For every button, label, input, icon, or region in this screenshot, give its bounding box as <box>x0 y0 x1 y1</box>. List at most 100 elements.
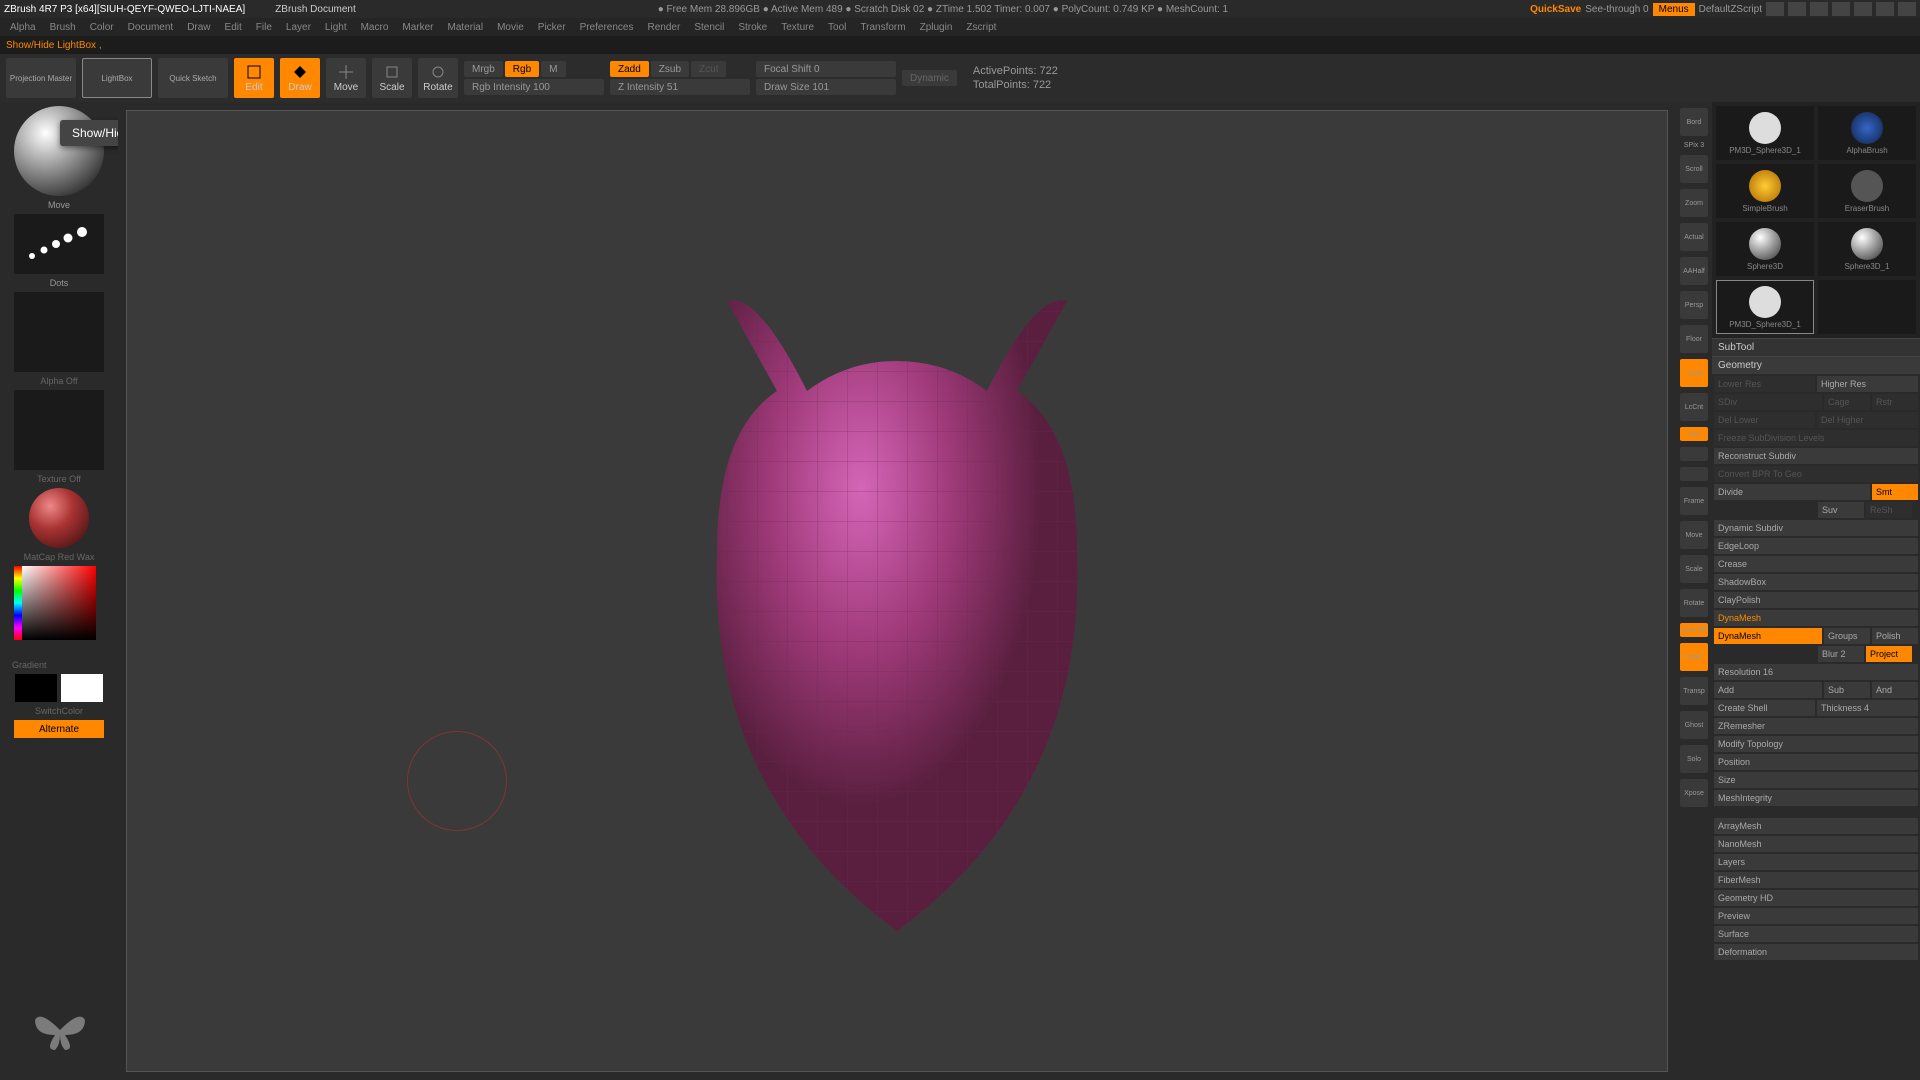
create-shell-button[interactable]: Create Shell <box>1714 700 1815 716</box>
lightbox-button[interactable]: LightBox <box>82 58 152 98</box>
move-mode-button[interactable]: Move <box>326 58 366 98</box>
frame-button[interactable]: Frame <box>1680 487 1708 515</box>
cage-button[interactable]: Cage <box>1824 394 1870 410</box>
material-selector[interactable] <box>29 488 89 548</box>
minimize-button[interactable] <box>1854 2 1872 16</box>
solo-button[interactable]: Solo <box>1680 745 1708 773</box>
xyz-button[interactable]: Xyz <box>1680 427 1708 441</box>
default-script[interactable]: DefaultZScript <box>1699 4 1762 15</box>
hue-strip[interactable] <box>14 566 22 640</box>
subtool-header[interactable]: SubTool <box>1712 338 1920 356</box>
lccnt-button[interactable]: LcCnt <box>1680 393 1708 421</box>
tool-slot-5[interactable]: Sphere3D_1 <box>1818 222 1916 276</box>
menus-toggle[interactable]: Menus <box>1653 3 1695 16</box>
color-field[interactable] <box>22 566 96 640</box>
nanomesh-header[interactable]: NanoMesh <box>1714 836 1918 852</box>
shadowbox-header[interactable]: ShadowBox <box>1714 574 1918 590</box>
menu-light[interactable]: Light <box>325 22 347 33</box>
and-button[interactable]: And <box>1872 682 1918 698</box>
menu-tool[interactable]: Tool <box>828 22 846 33</box>
meshintegrity-header[interactable]: MeshIntegrity <box>1714 790 1918 806</box>
dynamic-toggle[interactable]: Dynamic <box>902 70 957 86</box>
menu-movie[interactable]: Movie <box>497 22 524 33</box>
rgb-button[interactable]: Rgb <box>505 61 539 77</box>
dynamesh-button[interactable]: DynaMesh <box>1714 628 1822 644</box>
zoom-button[interactable]: Zoom <box>1680 189 1708 217</box>
close-button[interactable] <box>1898 2 1916 16</box>
z-intensity-slider[interactable]: Z Intensity 51 <box>610 79 750 95</box>
sub-button[interactable]: Sub <box>1824 682 1870 698</box>
tool-slot-4[interactable]: Sphere3D <box>1716 222 1814 276</box>
scale-nav-button[interactable]: Scale <box>1680 555 1708 583</box>
menu-color[interactable]: Color <box>90 22 114 33</box>
rotate-nav-button[interactable]: Rotate <box>1680 589 1708 617</box>
lower-res-button[interactable]: Lower Res <box>1714 376 1815 392</box>
polyf-button[interactable]: PolyF <box>1680 643 1708 671</box>
alpha-selector[interactable] <box>14 292 104 372</box>
layers-header[interactable]: Layers <box>1714 854 1918 870</box>
window-btn-1[interactable] <box>1766 2 1784 16</box>
tool-slot-2[interactable]: SimpleBrush <box>1716 164 1814 218</box>
polish-button[interactable]: Polish <box>1872 628 1918 644</box>
edgeloop-header[interactable]: EdgeLoop <box>1714 538 1918 554</box>
zadd-button[interactable]: Zadd <box>610 61 649 77</box>
arraymesh-header[interactable]: ArrayMesh <box>1714 818 1918 834</box>
menu-file[interactable]: File <box>256 22 272 33</box>
alternate-button[interactable]: Alternate <box>14 720 104 738</box>
menu-stencil[interactable]: Stencil <box>694 22 724 33</box>
menu-document[interactable]: Document <box>128 22 174 33</box>
actual-button[interactable]: Actual <box>1680 223 1708 251</box>
rgb-intensity-slider[interactable]: Rgb Intensity 100 <box>464 79 604 95</box>
smt-button[interactable]: Smt <box>1872 484 1918 500</box>
blur-slider[interactable]: Blur 2 <box>1818 646 1864 662</box>
axis-y-button[interactable] <box>1680 447 1708 461</box>
surface-header[interactable]: Surface <box>1714 926 1918 942</box>
menu-picker[interactable]: Picker <box>538 22 566 33</box>
spix-label[interactable]: SPix 3 <box>1684 142 1704 149</box>
modify-topology-header[interactable]: Modify Topology <box>1714 736 1918 752</box>
zcut-button[interactable]: Zcut <box>691 61 726 77</box>
window-btn-4[interactable] <box>1832 2 1850 16</box>
window-btn-3[interactable] <box>1810 2 1828 16</box>
menu-material[interactable]: Material <box>448 22 484 33</box>
edit-mode-button[interactable]: Edit <box>234 58 274 98</box>
zremesher-header[interactable]: ZRemesher <box>1714 718 1918 734</box>
groups-button[interactable]: Groups <box>1824 628 1870 644</box>
suv-button[interactable]: Suv <box>1818 502 1864 518</box>
thickness-slider[interactable]: Thickness 4 <box>1817 700 1918 716</box>
scale-mode-button[interactable]: Scale <box>372 58 412 98</box>
geometry-header[interactable]: Geometry <box>1712 356 1920 374</box>
secondary-color-swatch[interactable] <box>61 674 103 702</box>
bord-button[interactable]: Bord <box>1680 108 1708 136</box>
window-btn-2[interactable] <box>1788 2 1806 16</box>
del-higher-button[interactable]: Del Higher <box>1817 412 1918 428</box>
preview-header[interactable]: Preview <box>1714 908 1918 924</box>
quicksave-button[interactable]: QuickSave <box>1530 4 1581 15</box>
crease-header[interactable]: Crease <box>1714 556 1918 572</box>
resolution-slider[interactable]: Resolution 16 <box>1714 664 1918 680</box>
menu-render[interactable]: Render <box>648 22 681 33</box>
sdiv-slider[interactable]: SDiv <box>1714 394 1822 410</box>
color-picker[interactable] <box>14 566 104 656</box>
menu-transform[interactable]: Transform <box>860 22 905 33</box>
menu-edit[interactable]: Edit <box>225 22 242 33</box>
seethrough-slider[interactable]: See-through 0 <box>1585 4 1648 15</box>
draw-size-slider[interactable]: Draw Size 101 <box>756 79 896 95</box>
xpose-button[interactable]: Xpose <box>1680 779 1708 807</box>
add-button[interactable]: Add <box>1714 682 1822 698</box>
persp-button[interactable]: Persp <box>1680 291 1708 319</box>
main-color-swatch[interactable] <box>15 674 57 702</box>
scroll-button[interactable]: Scroll <box>1680 155 1708 183</box>
floor-button[interactable]: Floor <box>1680 325 1708 353</box>
convert-bpr-button[interactable]: Convert BPR To Geo <box>1714 466 1918 482</box>
menu-texture[interactable]: Texture <box>781 22 814 33</box>
geometryhd-header[interactable]: Geometry HD <box>1714 890 1918 906</box>
viewport[interactable] <box>126 110 1668 1072</box>
maximize-button[interactable] <box>1876 2 1894 16</box>
transp-button[interactable]: Transp <box>1680 677 1708 705</box>
local-button[interactable]: Local <box>1680 359 1708 387</box>
claypolish-header[interactable]: ClayPolish <box>1714 592 1918 608</box>
position-header[interactable]: Position <box>1714 754 1918 770</box>
rstr-button[interactable]: Rstr <box>1872 394 1918 410</box>
fibermesh-header[interactable]: FiberMesh <box>1714 872 1918 888</box>
